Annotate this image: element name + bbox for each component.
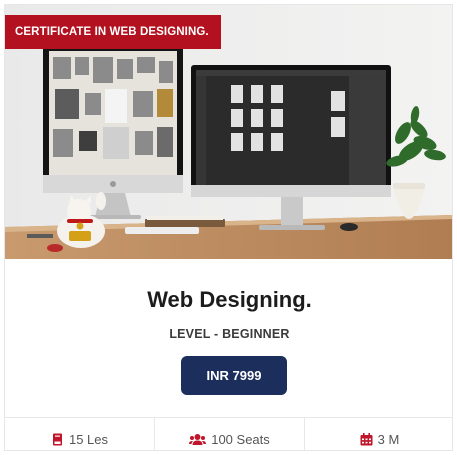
book-icon <box>51 433 64 446</box>
calendar-icon <box>360 432 373 446</box>
course-title[interactable]: Web Designing. <box>5 287 452 313</box>
price-button[interactable]: INR 7999 <box>181 356 287 395</box>
certificate-badge: CERTIFICATE IN WEB DESIGNING. <box>5 15 221 49</box>
stat-seats: 100 Seats <box>154 418 304 450</box>
course-stats: 15 Les 100 Seats 3 M <box>5 417 452 450</box>
stat-lessons-label: 15 Les <box>68 431 109 447</box>
stat-seats-label: 100 Seats <box>211 431 270 447</box>
stat-duration-label: 3 M <box>377 431 400 447</box>
course-level: LEVEL - BEGINNER <box>169 327 290 341</box>
stat-duration: 3 M <box>304 418 452 450</box>
stat-lessons: 15 Les <box>5 418 154 450</box>
course-card[interactable]: CERTIFICATE IN WEB DESIGNING. Web Design… <box>4 4 453 451</box>
users-icon <box>189 433 207 446</box>
course-image: CERTIFICATE IN WEB DESIGNING. <box>5 5 452 259</box>
